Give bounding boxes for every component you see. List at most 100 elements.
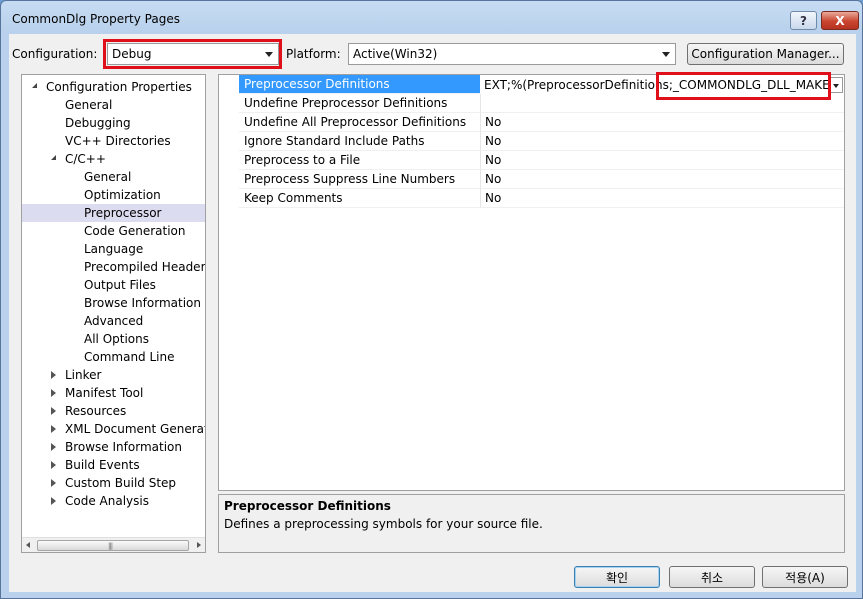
platform-value: Active(Win32): [353, 47, 438, 61]
tree-item[interactable]: Code Generation: [22, 222, 205, 240]
property-value[interactable]: No: [480, 132, 844, 151]
property-row[interactable]: Preprocess to a File No: [219, 151, 844, 170]
tree-item[interactable]: XML Document Generator: [22, 420, 205, 438]
tree-item-label: Resources: [65, 404, 127, 418]
tree-item[interactable]: Command Line: [22, 348, 205, 366]
tree-item-label: Browse Information: [65, 440, 182, 454]
tree-horizontal-scrollbar[interactable]: |||: [22, 537, 205, 552]
tree-item[interactable]: Custom Build Step: [22, 474, 205, 492]
define-highlight-box: [656, 72, 831, 100]
dropdown-arrow-icon[interactable]: [829, 77, 843, 93]
tree-item[interactable]: Output Files: [22, 276, 205, 294]
tree-item[interactable]: All Options: [22, 330, 205, 348]
tree-item-label: Code Generation: [84, 224, 186, 238]
property-name[interactable]: Preprocessor Definitions: [239, 75, 480, 94]
expanded-arrow-icon[interactable]: [51, 155, 56, 160]
tree-item-label: All Options: [84, 332, 149, 346]
property-name[interactable]: Undefine All Preprocessor Definitions: [239, 113, 480, 132]
tree-item-label: Preprocessor: [84, 206, 162, 220]
tree-item[interactable]: General: [22, 96, 205, 114]
property-row[interactable]: Undefine All Preprocessor Definitions No: [219, 113, 844, 132]
close-icon: X: [835, 13, 845, 28]
tree-item[interactable]: Resources: [22, 402, 205, 420]
tree-item-label: Command Line: [84, 350, 175, 364]
property-value[interactable]: No: [480, 170, 844, 189]
collapsed-arrow-icon[interactable]: [51, 371, 56, 379]
scroll-left-icon[interactable]: [26, 542, 30, 548]
property-value[interactable]: No: [480, 151, 844, 170]
property-name[interactable]: Undefine Preprocessor Definitions: [239, 94, 480, 113]
tree-item[interactable]: Optimization: [22, 186, 205, 204]
collapsed-arrow-icon[interactable]: [51, 461, 56, 469]
cancel-button[interactable]: 취소: [669, 566, 755, 588]
property-value[interactable]: No: [480, 113, 844, 132]
collapsed-arrow-icon[interactable]: [51, 497, 56, 505]
tree-item-label: General: [84, 170, 132, 184]
ok-button[interactable]: 확인: [574, 566, 660, 588]
tree-item[interactable]: Advanced: [22, 312, 205, 330]
tree-item[interactable]: Language: [22, 240, 205, 258]
property-row[interactable]: Keep Comments No: [219, 189, 844, 208]
scroll-right-icon[interactable]: [197, 542, 201, 548]
tree-item[interactable]: Configuration Properties: [22, 78, 205, 96]
tree-item[interactable]: Linker: [22, 366, 205, 384]
tree-item[interactable]: C/C++: [22, 150, 205, 168]
property-value-prefix: EXT;%(PreprocessorDefinitions: [484, 78, 669, 92]
grip-icon: |||: [108, 542, 113, 550]
tree-item[interactable]: Debugging: [22, 114, 205, 132]
apply-button[interactable]: 적용(A): [762, 566, 848, 588]
tree-item-label: Optimization: [84, 188, 161, 202]
tree-item-label: Browse Information: [84, 296, 201, 310]
tree-item-label: VC++ Directories: [65, 134, 171, 148]
collapsed-arrow-icon[interactable]: [51, 389, 56, 397]
platform-label: Platform:: [286, 47, 341, 61]
tree-item[interactable]: Precompiled Headers: [22, 258, 205, 276]
tree-item[interactable]: Preprocessor: [22, 204, 205, 222]
tree-item-label: Custom Build Step: [65, 476, 177, 490]
tree-item-label: Build Events: [65, 458, 140, 472]
tree-item[interactable]: General: [22, 168, 205, 186]
property-value[interactable]: No: [480, 189, 844, 208]
tree-item[interactable]: VC++ Directories: [22, 132, 205, 150]
category-tree[interactable]: Configuration Properties General Debugging…: [21, 74, 206, 553]
property-grid[interactable]: Preprocessor Definitions EXT;%(Preprocess…: [218, 74, 845, 491]
title-bar: CommonDlg Property Pages ? X: [1, 1, 862, 35]
tree-item[interactable]: Browse Information: [22, 294, 205, 312]
expanded-arrow-icon[interactable]: [32, 83, 37, 88]
tree-item-label: XML Document Generator: [65, 422, 206, 436]
tree-item-label: Debugging: [65, 116, 131, 130]
tree-item[interactable]: Manifest Tool: [22, 384, 205, 402]
collapsed-arrow-icon[interactable]: [51, 443, 56, 451]
property-name[interactable]: Preprocess Suppress Line Numbers: [239, 170, 480, 189]
tree-item-label: Language: [84, 242, 144, 256]
property-name[interactable]: Ignore Standard Include Paths: [239, 132, 480, 151]
property-row[interactable]: Ignore Standard Include Paths No: [219, 132, 844, 151]
tree-item-label: Configuration Properties: [46, 80, 192, 94]
tree-item[interactable]: Build Events: [22, 456, 205, 474]
description-title: Preprocessor Definitions: [224, 499, 391, 513]
property-name[interactable]: Preprocess to a File: [239, 151, 480, 170]
tree-item-label: Precompiled Headers: [84, 260, 206, 274]
property-name[interactable]: Keep Comments: [239, 189, 480, 208]
tree-item[interactable]: Browse Information: [22, 438, 205, 456]
window-title: CommonDlg Property Pages: [12, 12, 180, 26]
tree-item-label: General: [65, 98, 113, 112]
help-button[interactable]: ?: [790, 11, 817, 30]
platform-combo[interactable]: Active(Win32): [348, 43, 676, 65]
configuration-label: Configuration:: [12, 47, 98, 61]
tree-item[interactable]: Code Analysis: [22, 492, 205, 510]
configuration-manager-button[interactable]: Configuration Manager...: [687, 43, 844, 65]
collapsed-arrow-icon[interactable]: [51, 407, 56, 415]
close-button[interactable]: X: [821, 11, 859, 30]
collapsed-arrow-icon[interactable]: [51, 425, 56, 433]
chevron-down-icon: [662, 52, 670, 57]
tree-item-label: Advanced: [84, 314, 144, 328]
property-row[interactable]: Preprocess Suppress Line Numbers No: [219, 170, 844, 189]
collapsed-arrow-icon[interactable]: [51, 479, 56, 487]
description-text: Defines a preprocessing symbols for your…: [224, 517, 543, 531]
tree-item-label: Code Analysis: [65, 494, 149, 508]
scroll-thumb[interactable]: |||: [37, 540, 189, 551]
tree-item-label: C/C++: [65, 152, 106, 166]
dialog-client-area: Configuration: Debug Platform: Active(Wi…: [9, 34, 856, 592]
description-panel: Preprocessor Definitions Defines a prepr…: [218, 494, 845, 553]
